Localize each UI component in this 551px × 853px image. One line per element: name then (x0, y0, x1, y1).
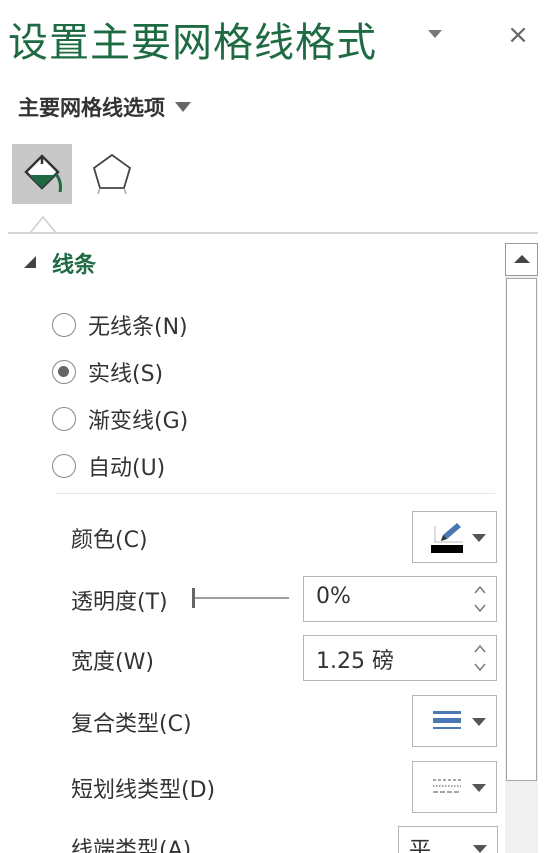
spin-up-icon[interactable] (472, 583, 488, 597)
color-picker-button[interactable] (412, 511, 497, 563)
radio-label: 渐变线(G) (88, 409, 189, 434)
radio-circle-selected[interactable] (52, 360, 76, 384)
arrow-up-icon (514, 255, 530, 263)
width-label: 宽度(W) (71, 650, 154, 675)
radio-circle[interactable] (52, 407, 76, 431)
dash-lines-icon (433, 779, 461, 793)
radio-label: 无线条(N) (88, 315, 188, 340)
section-divider (55, 493, 495, 494)
spin-down-icon[interactable] (472, 601, 488, 615)
radio-label: 自动(U) (88, 456, 166, 481)
chevron-down-icon (473, 845, 487, 853)
compound-type-dropdown[interactable] (412, 695, 497, 747)
dash-type-dropdown[interactable] (412, 761, 497, 813)
radio-automatic[interactable]: 自动(U) (52, 450, 165, 482)
cap-type-value: 平 (409, 838, 432, 853)
spin-down-icon[interactable] (472, 660, 488, 674)
chevron-down-icon (472, 784, 486, 792)
radio-circle[interactable] (52, 313, 76, 337)
transparency-slider-thumb[interactable] (192, 588, 195, 608)
pentagon-icon (92, 153, 132, 195)
tab-effects[interactable] (84, 144, 140, 204)
options-dropdown[interactable]: 主要网格线选项 (18, 92, 191, 122)
width-value[interactable]: 1.25 磅 (316, 643, 394, 675)
options-dropdown-label: 主要网格线选项 (18, 96, 165, 120)
chevron-down-icon (472, 534, 486, 542)
scroll-thumb[interactable] (506, 278, 537, 781)
width-spinner[interactable]: 1.25 磅 (303, 635, 497, 681)
compound-lines-icon (433, 711, 461, 729)
radio-no-line[interactable]: 无线条(N) (52, 309, 188, 341)
pane-options-caret[interactable] (428, 30, 442, 38)
spin-up-icon[interactable] (472, 642, 488, 656)
chevron-down-icon (175, 102, 191, 112)
chevron-down-icon (472, 718, 486, 726)
paint-bucket-icon (24, 154, 62, 193)
dash-type-label: 短划线类型(D) (71, 778, 216, 803)
pen-color-icon (431, 523, 463, 553)
transparency-slider-track[interactable] (193, 597, 289, 599)
color-label: 颜色(C) (71, 528, 148, 553)
transparency-label: 透明度(T) (71, 590, 168, 615)
radio-label: 实线(S) (88, 362, 164, 387)
radio-gradient-line[interactable]: 渐变线(G) (52, 403, 188, 435)
collapse-triangle-icon[interactable] (24, 256, 36, 268)
tab-divider (8, 232, 538, 234)
scroll-up-button[interactable] (505, 243, 538, 276)
cap-type-dropdown[interactable]: 平 (398, 826, 498, 853)
compound-type-label: 复合类型(C) (71, 712, 192, 737)
section-title-line[interactable]: 线条 (52, 247, 96, 279)
transparency-spinner[interactable]: 0% (303, 576, 497, 622)
radio-solid-line[interactable]: 实线(S) (52, 356, 163, 388)
pane-title: 设置主要网格线格式 (8, 20, 377, 66)
cap-type-label: 线端类型(A) (71, 838, 192, 853)
radio-circle[interactable] (52, 454, 76, 478)
vertical-scrollbar[interactable] (505, 243, 538, 853)
transparency-value[interactable]: 0% (316, 584, 351, 609)
close-button[interactable]: × (506, 20, 530, 50)
tab-fill-line[interactable] (12, 144, 72, 204)
